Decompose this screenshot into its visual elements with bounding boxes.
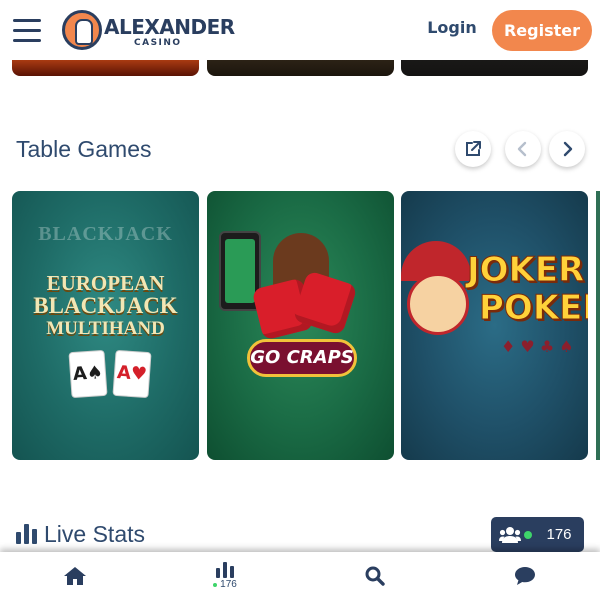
game-title-line: POKER: [479, 288, 588, 328]
external-link-icon: [466, 141, 481, 156]
game-title-line: MULTIHAND: [46, 318, 165, 339]
menu-icon[interactable]: [13, 19, 41, 42]
playing-card-ace-hearts: A♥: [112, 349, 152, 399]
playing-card-ace-spades: A♠: [68, 349, 108, 399]
nav-search[interactable]: [345, 552, 405, 600]
logo[interactable]: ALEXANDER CASINO: [62, 10, 235, 52]
chevron-right-icon: [563, 141, 573, 157]
users-icon: [499, 527, 521, 543]
header: ALEXANDER CASINO Login Register: [0, 0, 600, 60]
bar-chart-icon: [216, 562, 234, 578]
game-card-go-craps[interactable]: GO CRAPS: [207, 191, 394, 460]
card-suits: ♦ ♥ ♣ ♠: [501, 337, 574, 356]
bottom-nav: 176: [0, 552, 600, 600]
game-card-european-blackjack[interactable]: BLACKJACK EUROPEAN BLACKJACK MULTIHAND A…: [12, 191, 199, 460]
players-online-badge: 176: [491, 517, 584, 552]
section-title: Table Games: [16, 136, 152, 162]
open-category-button[interactable]: [455, 131, 491, 167]
game-title: GO CRAPS: [247, 339, 357, 377]
search-icon: [365, 566, 385, 586]
register-button[interactable]: Register: [492, 10, 592, 51]
game-card-partial[interactable]: [596, 191, 600, 460]
online-indicator: [524, 531, 532, 539]
carousel-next-button[interactable]: [549, 131, 585, 167]
carousel-prev-button[interactable]: [505, 131, 541, 167]
logo-subtitle: CASINO: [134, 38, 182, 48]
nav-stats-count: 176: [213, 579, 237, 590]
players-online-count: 176: [546, 526, 572, 543]
nav-home[interactable]: [45, 552, 105, 600]
bar-chart-icon: [16, 524, 37, 544]
home-icon: [64, 567, 86, 585]
chat-icon: [515, 567, 535, 585]
logo-name: ALEXANDER: [104, 15, 235, 39]
login-button[interactable]: Login: [422, 18, 482, 44]
game-title-line: BLACKJACK: [33, 293, 178, 318]
nav-stats-count-value: 176: [220, 579, 237, 590]
live-stats-title: Live Stats: [44, 521, 145, 547]
online-indicator: [213, 582, 218, 587]
nav-live-stats[interactable]: 176: [195, 552, 255, 600]
nav-chat[interactable]: [495, 552, 555, 600]
game-card-joker-poker[interactable]: JOKER POKER ♦ ♥ ♣ ♠: [401, 191, 588, 460]
chevron-left-icon: [517, 141, 527, 157]
game-faint-title: BLACKJACK: [38, 223, 173, 245]
logo-badge: [62, 10, 102, 50]
joker-face-illustration: [407, 273, 469, 335]
game-title-line: JOKER: [466, 250, 585, 290]
